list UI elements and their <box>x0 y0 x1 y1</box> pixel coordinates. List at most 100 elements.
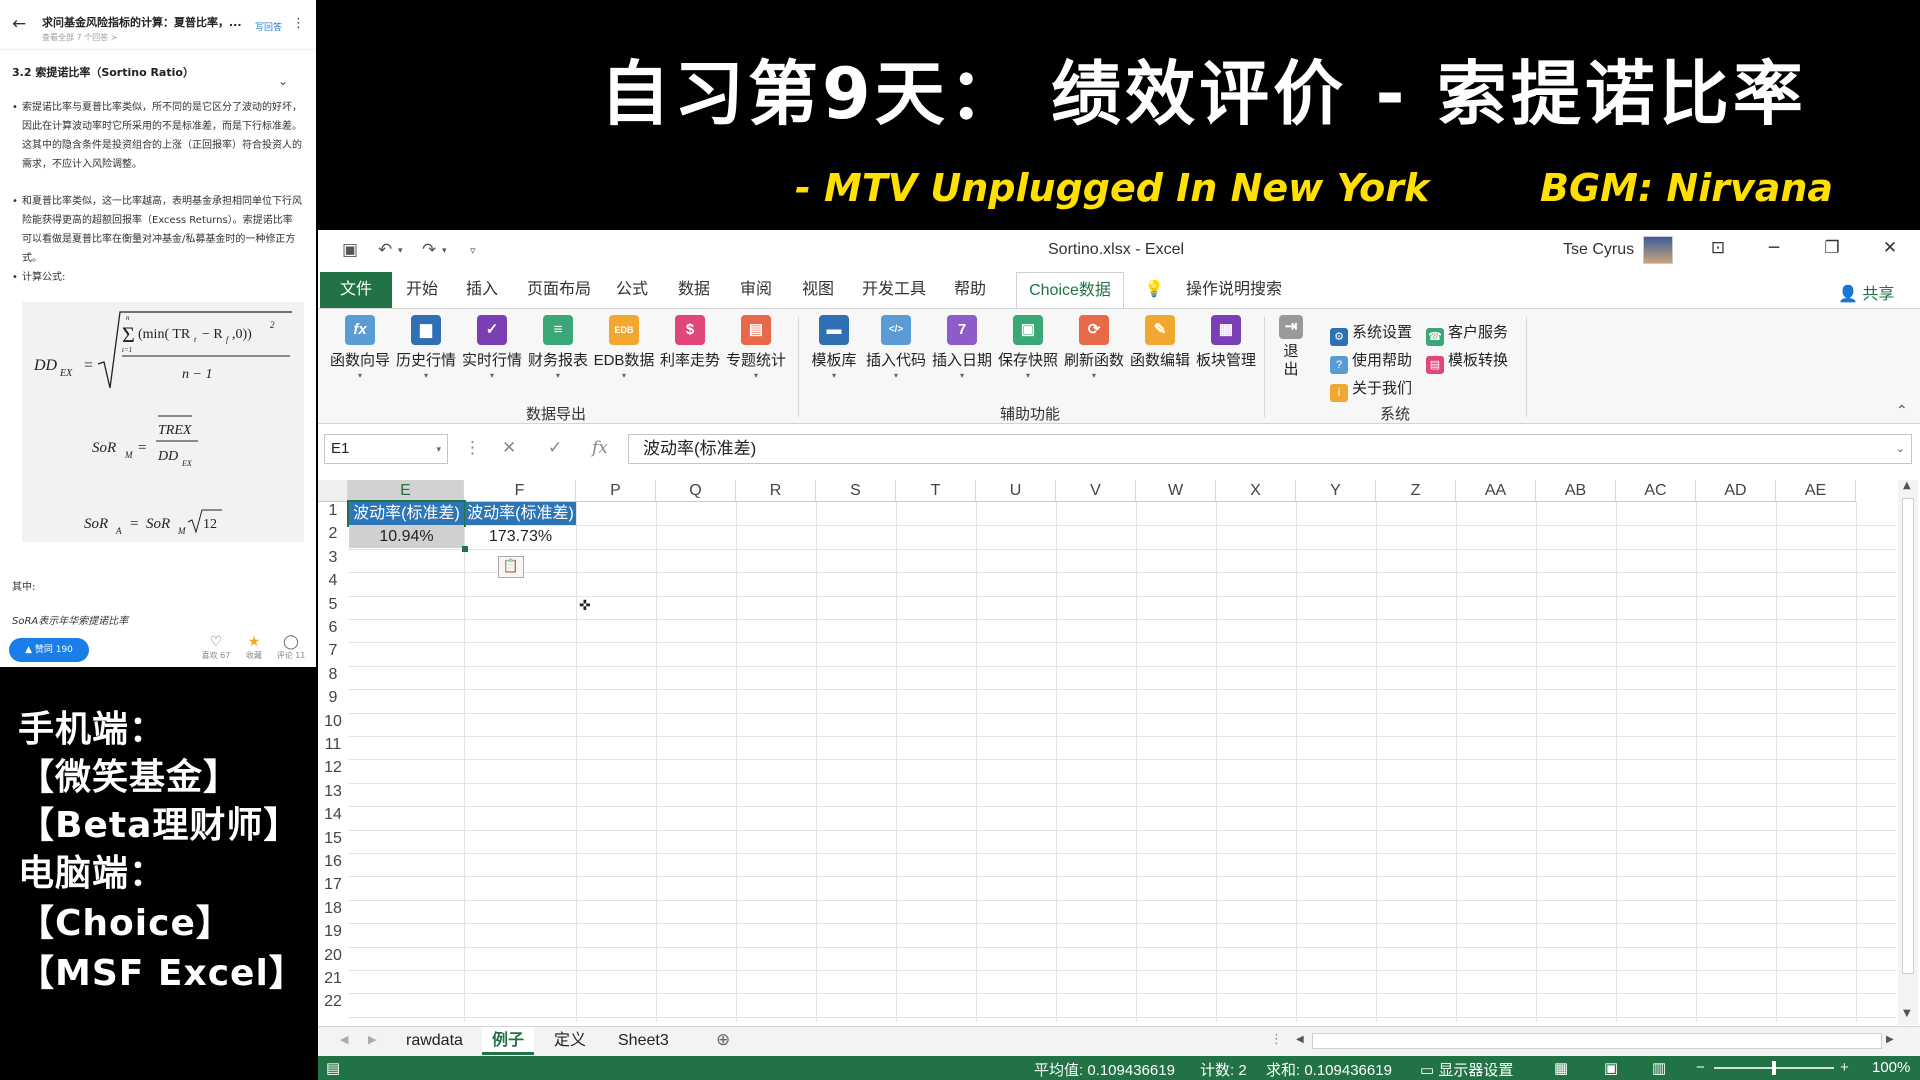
sheet-tab-definition[interactable]: 定义 <box>544 1027 596 1055</box>
save-icon[interactable]: ▣ <box>342 240 358 260</box>
page-layout-view-icon[interactable]: ▣ <box>1604 1059 1618 1077</box>
row-header[interactable]: 20 <box>318 947 348 970</box>
fill-handle[interactable] <box>462 546 468 552</box>
column-header[interactable]: V <box>1056 480 1136 502</box>
edit-function-button[interactable]: ✎ 函数编辑 <box>1128 315 1192 370</box>
row-header[interactable]: 8 <box>318 666 348 689</box>
redo-dropdown-icon[interactable]: ▾ <box>442 246 447 256</box>
more-icon[interactable]: ⋮ <box>464 438 481 458</box>
column-header[interactable]: Z <box>1376 480 1456 502</box>
sheet-tab-rawdata[interactable]: rawdata <box>396 1027 473 1055</box>
scroll-left-icon[interactable]: ◀ <box>1296 1034 1304 1045</box>
column-header[interactable]: Y <box>1296 480 1376 502</box>
system-settings-item[interactable]: ⚙ 系统设置 <box>1330 321 1412 346</box>
column-header[interactable]: AC <box>1616 480 1696 502</box>
vertical-scroll-thumb[interactable] <box>1902 498 1914 974</box>
undo-dropdown-icon[interactable]: ▾ <box>398 246 403 256</box>
upvote-button[interactable]: ▲ 赞同 190 <box>9 638 89 662</box>
horizontal-scroll-thumb[interactable] <box>1312 1033 1882 1049</box>
formula-input[interactable]: 波动率(标准差) ⌄ <box>628 434 1912 464</box>
exit-button[interactable]: ⇥ 退出 <box>1276 315 1306 379</box>
tab-choice-data[interactable]: Choice数据 <box>1016 272 1124 308</box>
add-sheet-icon[interactable]: ⊕ <box>716 1030 730 1050</box>
history-quotes-button[interactable]: ▆ 历史行情 ▾ <box>394 315 458 382</box>
column-header[interactable]: F <box>464 480 576 502</box>
row-header[interactable]: 13 <box>318 783 348 806</box>
row-header[interactable]: 10 <box>318 713 348 736</box>
row-header[interactable]: 17 <box>318 876 348 899</box>
column-header[interactable]: AB <box>1536 480 1616 502</box>
cell-f1[interactable]: 波动率(标准差) <box>465 502 576 525</box>
tab-data[interactable]: 数据 <box>670 272 718 308</box>
normal-view-icon[interactable]: ▦ <box>1554 1059 1568 1077</box>
row-header[interactable]: 14 <box>318 806 348 829</box>
row-header[interactable]: 22 <box>318 993 348 1016</box>
next-sheet-icon[interactable]: ▶ <box>368 1033 376 1046</box>
row-header[interactable]: 11 <box>318 736 348 759</box>
collapse-chevron-icon[interactable]: ⌄ <box>278 74 288 88</box>
function-wizard-button[interactable]: fx 函数向导 ▾ <box>328 315 392 382</box>
row-header[interactable]: 6 <box>318 619 348 642</box>
select-all-corner[interactable] <box>318 480 348 502</box>
prev-sheet-icon[interactable]: ◀ <box>340 1033 348 1046</box>
row-header[interactable]: 5 <box>318 596 348 619</box>
customer-service-item[interactable]: ☎ 客户服务 <box>1426 321 1508 346</box>
column-header[interactable]: AA <box>1456 480 1536 502</box>
display-settings-button[interactable]: ▭ 显示器设置 <box>1420 1059 1513 1080</box>
template-convert-item[interactable]: ▤ 模板转换 <box>1426 349 1508 374</box>
view-all-answers-link[interactable]: 查看全部 7 个回答 > <box>42 32 117 43</box>
row-header[interactable]: 9 <box>318 689 348 712</box>
comment-action[interactable]: ◯ 评论 11 <box>276 634 306 661</box>
edb-data-button[interactable]: EDB EDB数据 ▾ <box>592 315 656 382</box>
more-options-icon[interactable]: ⋮ <box>292 16 305 31</box>
zoom-in-icon[interactable]: + <box>1840 1059 1849 1076</box>
column-header[interactable]: R <box>736 480 816 502</box>
share-button[interactable]: 👤 共享 <box>1838 280 1894 304</box>
minimize-icon[interactable]: ─ <box>1754 238 1794 262</box>
name-box[interactable]: E1 ▾ <box>324 434 448 464</box>
row-header[interactable]: 21 <box>318 970 348 993</box>
zoom-out-icon[interactable]: − <box>1696 1059 1705 1076</box>
tell-me-search[interactable]: 操作说明搜索 <box>1174 272 1294 308</box>
about-us-item[interactable]: i 关于我们 <box>1330 377 1412 402</box>
back-arrow-icon[interactable]: ← <box>12 14 26 34</box>
spreadsheet-grid[interactable]: E F P Q R S T U V W X Y Z AA AB AC AD AE <box>318 480 1896 1022</box>
column-header[interactable]: S <box>816 480 896 502</box>
row-header[interactable]: 7 <box>318 642 348 665</box>
column-header[interactable]: Q <box>656 480 736 502</box>
tab-page-layout[interactable]: 页面布局 <box>518 272 600 308</box>
write-answer-button[interactable]: 写回答 <box>255 20 282 33</box>
scroll-up-icon[interactable]: ▲ <box>1903 480 1911 491</box>
cell-e1[interactable]: 波动率(标准差) <box>347 500 466 527</box>
undo-icon[interactable]: ↶ <box>378 240 392 260</box>
customize-toolbar-icon[interactable]: ▿ <box>470 244 476 257</box>
page-break-view-icon[interactable]: ▥ <box>1652 1059 1666 1077</box>
column-header[interactable]: E <box>348 480 464 502</box>
column-header[interactable]: U <box>976 480 1056 502</box>
sector-manager-button[interactable]: ▦ 板块管理 <box>1194 315 1258 370</box>
row-header[interactable]: 16 <box>318 853 348 876</box>
split-handle-icon[interactable]: ⋮ <box>1270 1032 1283 1047</box>
cell-f2[interactable]: 173.73% <box>465 525 576 548</box>
tab-file[interactable]: 文件 <box>320 272 392 308</box>
refresh-functions-button[interactable]: ⟳ 刷新函数 ▾ <box>1062 315 1126 382</box>
insert-date-button[interactable]: 7 插入日期 ▾ <box>930 315 994 382</box>
help-item[interactable]: ? 使用帮助 <box>1330 349 1412 374</box>
question-title[interactable]: 求问基金风险指标的计算：夏普比率，... <box>42 14 252 30</box>
zoom-level[interactable]: 100% <box>1872 1059 1910 1076</box>
save-snapshot-button[interactable]: ▣ 保存快照 ▾ <box>996 315 1060 382</box>
sheet-tab-sheet3[interactable]: Sheet3 <box>608 1027 679 1055</box>
confirm-entry-icon[interactable]: ✓ <box>548 438 562 458</box>
cell-e2[interactable]: 10.94% <box>349 525 464 549</box>
macro-record-icon[interactable]: ▤ <box>326 1059 340 1077</box>
tab-formulas[interactable]: 公式 <box>608 272 656 308</box>
column-header[interactable]: P <box>576 480 656 502</box>
tab-developer[interactable]: 开发工具 <box>854 272 934 308</box>
interest-rate-trend-button[interactable]: $ 利率走势 <box>658 315 722 370</box>
tab-help[interactable]: 帮助 <box>946 272 994 308</box>
row-header[interactable]: 19 <box>318 923 348 946</box>
avatar[interactable] <box>1643 236 1673 264</box>
scroll-down-icon[interactable]: ▼ <box>1903 1008 1911 1019</box>
redo-icon[interactable]: ↷ <box>422 240 436 260</box>
expand-formula-icon[interactable]: ⌄ <box>1896 435 1905 463</box>
